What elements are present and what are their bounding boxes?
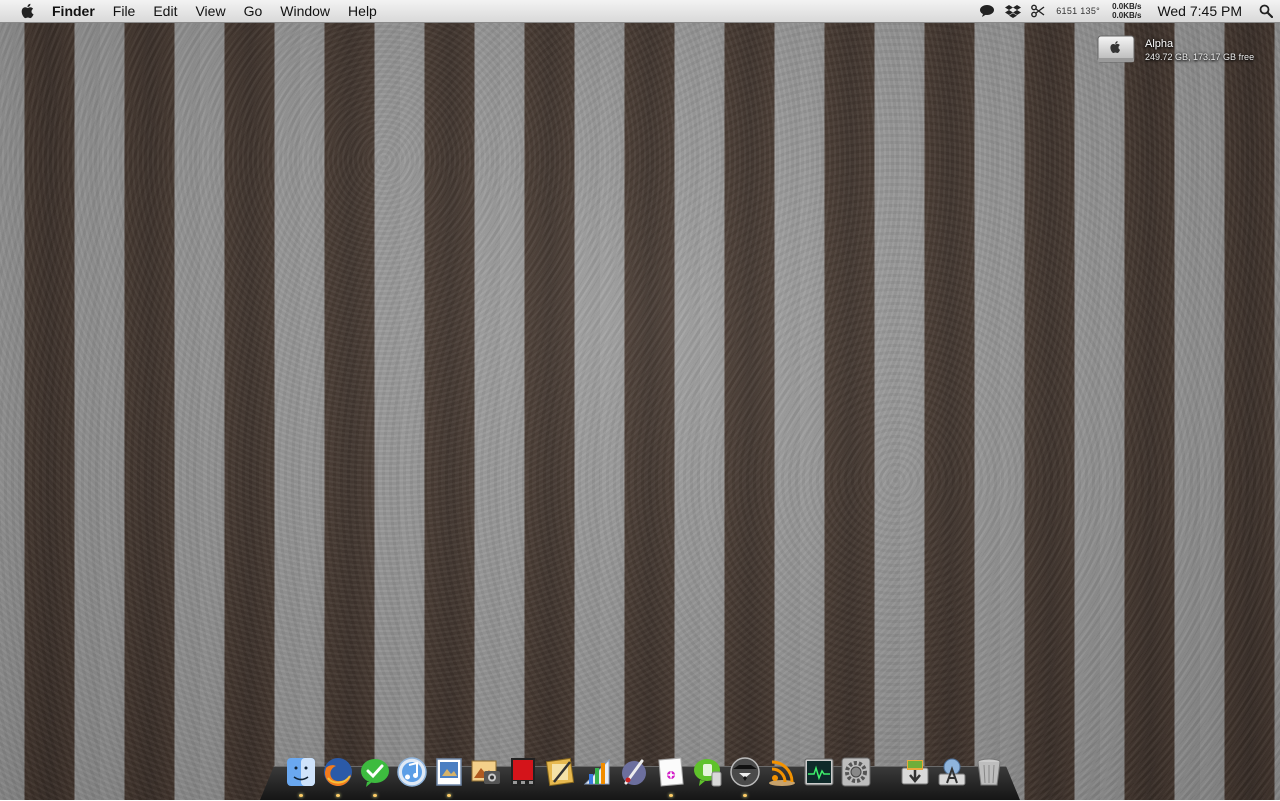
brushes-icon: [621, 759, 646, 785]
dock-applications-stack[interactable]: [935, 754, 968, 790]
dropbox-icon[interactable]: [1000, 0, 1026, 22]
dock-numbers[interactable]: [580, 754, 613, 790]
dock-preview[interactable]: [432, 754, 465, 797]
finder-icon: [286, 758, 315, 786]
menu-view[interactable]: View: [186, 0, 234, 22]
itunes-icon: [396, 757, 427, 787]
dock-firefox[interactable]: [321, 754, 354, 797]
applications-icon: [938, 758, 965, 786]
menu-file[interactable]: File: [104, 0, 145, 22]
menu-finder[interactable]: Finder: [52, 0, 104, 22]
firefox-icon: [323, 758, 352, 787]
dock-downloads-stack[interactable]: [898, 754, 931, 790]
running-indicator: [298, 794, 303, 797]
downloads-icon: [901, 760, 928, 785]
trash-icon: [977, 758, 1000, 786]
desktop-drive-alpha[interactable]: Alpha 249.72 GB, 173.17 GB free: [1096, 32, 1254, 66]
dock-notes[interactable]: [654, 754, 687, 797]
status-readout: 6151 135°: [1056, 6, 1101, 16]
drive-capacity: 249.72 GB, 173.17 GB free: [1145, 52, 1255, 62]
dock-trash[interactable]: [972, 754, 1005, 790]
menu-window[interactable]: Window: [271, 0, 339, 22]
chat-bubble-icon[interactable]: [974, 0, 1000, 22]
network-monitor[interactable]: 0.0KB/s 0.0KB/s: [1106, 2, 1147, 20]
dock-system-preferences[interactable]: [839, 754, 872, 790]
menu-clock[interactable]: Wed 7:45 PM: [1147, 3, 1252, 19]
alfred-icon: [729, 757, 760, 787]
running-indicator: [446, 794, 451, 797]
activity-chart-icon: [583, 758, 609, 785]
running-indicator: [335, 794, 340, 797]
dock-itunes[interactable]: [395, 754, 428, 790]
dock-chat-app[interactable]: [358, 754, 391, 797]
dock-rss-reader[interactable]: [765, 754, 798, 790]
menu-edit[interactable]: Edit: [144, 0, 186, 22]
photobooth-icon: [510, 758, 535, 786]
system-preferences-icon: [841, 757, 870, 787]
dock-iphoto[interactable]: [469, 754, 502, 790]
desktop-wallpaper[interactable]: [0, 0, 1280, 800]
apple-menu-icon[interactable]: [18, 2, 36, 20]
dock-evernote[interactable]: [691, 754, 724, 790]
dock: [282, 750, 1007, 797]
running-indicator: [742, 794, 747, 797]
dock-finder[interactable]: [284, 754, 317, 797]
menu-go[interactable]: Go: [235, 0, 272, 22]
checkmark-chat-icon: [360, 759, 389, 787]
pixelmator-icon: [545, 757, 574, 787]
menu-help[interactable]: Help: [339, 0, 386, 22]
running-indicator: [668, 794, 673, 797]
notes-icon: [657, 757, 684, 787]
dock-image-editor[interactable]: [543, 754, 576, 790]
preview-icon: [435, 758, 462, 786]
activity-monitor-icon: [804, 758, 833, 786]
menu-bar: Finder File Edit View Go Window Help 615…: [0, 0, 1280, 23]
dock-photobooth[interactable]: [506, 754, 539, 790]
scissors-icon[interactable]: [1026, 0, 1050, 22]
drive-name: Alpha: [1145, 38, 1174, 50]
dock-activity-monitor[interactable]: [802, 754, 835, 790]
net-download: 0.0KB/s: [1112, 11, 1142, 20]
hard-drive-icon: [1096, 32, 1136, 66]
net-upload: 0.0KB/s: [1112, 2, 1142, 11]
dock-brushes[interactable]: [617, 754, 650, 790]
running-indicator: [372, 794, 377, 797]
rss-icon: [768, 760, 795, 786]
spotlight-icon[interactable]: [1252, 0, 1280, 22]
dock-alfred[interactable]: [728, 754, 761, 797]
iphoto-icon: [471, 760, 500, 784]
evernote-icon: [693, 759, 721, 787]
